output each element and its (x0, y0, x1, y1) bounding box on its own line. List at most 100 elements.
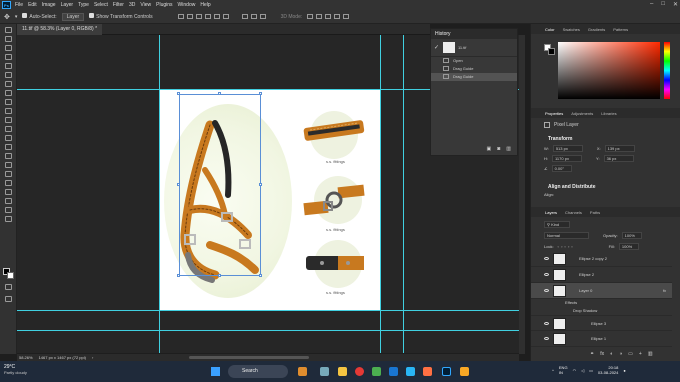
taskbar-app-icon[interactable] (372, 367, 381, 376)
transform-section-title[interactable]: Transform (534, 133, 572, 144)
history-brush-icon[interactable] (4, 117, 12, 123)
dodge-tool-icon[interactable] (4, 153, 12, 159)
canvas-vertical-scrollbar[interactable] (519, 35, 525, 354)
layer-row[interactable]: Ellipse 1 (531, 331, 672, 347)
effects-row[interactable]: Effects (531, 299, 672, 307)
taskbar-app-icon[interactable] (423, 367, 432, 376)
hand-tool-icon[interactable] (4, 198, 12, 204)
transform-bounding-box[interactable] (179, 94, 261, 276)
fx-badge[interactable]: fx (663, 283, 666, 299)
camera-icon[interactable]: ◙ (497, 146, 500, 152)
tab-paths[interactable]: Paths (590, 210, 600, 215)
marquee-tool-icon[interactable] (4, 36, 12, 42)
taskbar-app-icon[interactable] (406, 367, 415, 376)
tab-swatches[interactable]: Swatches (563, 27, 580, 32)
color-bg-swatch[interactable] (548, 48, 555, 55)
taskbar-app-icon[interactable] (298, 367, 307, 376)
folder-icon[interactable]: ▭ (628, 351, 633, 357)
tab-adjustments[interactable]: Adjustments (571, 111, 593, 116)
battery-icon[interactable]: ▭ (589, 368, 593, 373)
y-field[interactable]: 36 px (603, 155, 634, 162)
horizontal-scrollbar[interactable] (189, 356, 310, 359)
taskbar-search[interactable]: Search (228, 365, 288, 378)
taskbar-app-icon[interactable] (320, 367, 329, 376)
width-field[interactable]: 513 px (552, 145, 583, 152)
transform-handle[interactable] (177, 92, 180, 95)
taskbar-app-icon[interactable] (389, 367, 398, 376)
close-icon[interactable]: ✕ (673, 1, 678, 8)
chevron-right-icon[interactable]: › (92, 355, 93, 360)
background-color-swatch[interactable] (7, 272, 14, 279)
layer-row-selected[interactable]: Layer 0 fx (531, 283, 672, 299)
more-tools-icon[interactable] (4, 216, 12, 222)
eyedropper-tool-icon[interactable] (4, 81, 12, 87)
history-snapshot[interactable]: ✓ 11.tif (431, 39, 517, 57)
auto-select-dropdown[interactable]: Layer (61, 12, 85, 21)
menu-layer[interactable]: Layer (61, 2, 74, 8)
menu-3d[interactable]: 3D (129, 2, 135, 8)
notification-icon[interactable]: ● (623, 368, 625, 373)
gradient-tool-icon[interactable] (4, 135, 12, 141)
frame-tool-icon[interactable] (4, 72, 12, 78)
fx-icon[interactable]: fx (600, 351, 604, 357)
history-item[interactable]: Drag Guide (431, 73, 517, 81)
guide-vertical[interactable] (380, 35, 381, 353)
file-explorer-icon[interactable] (338, 367, 347, 376)
menu-select[interactable]: Select (94, 2, 108, 8)
wifi-icon[interactable]: ◠ (573, 368, 577, 373)
transform-handle[interactable] (259, 92, 262, 95)
healing-brush-icon[interactable] (4, 90, 12, 96)
history-item[interactable]: Drag Guide (431, 65, 517, 73)
layer-row[interactable]: Ellipse 2 copy 2 (531, 251, 672, 267)
trash-icon[interactable]: ▥ (648, 351, 653, 357)
eraser-tool-icon[interactable] (4, 126, 12, 132)
guide-vertical[interactable] (159, 35, 160, 353)
auto-select-checkbox[interactable]: Auto-Select: (22, 13, 57, 20)
padded-strap-detail-image[interactable] (304, 252, 366, 278)
weather-widget[interactable]: 29°C Partly cloudy (4, 364, 27, 375)
new-document-icon[interactable]: ▣ (487, 146, 492, 152)
move-tool-icon[interactable]: ✥ (4, 13, 10, 21)
quick-mask-icon[interactable] (5, 284, 12, 290)
path-select-icon[interactable] (4, 180, 12, 186)
menu-type[interactable]: Type (78, 2, 89, 8)
brush-tool-icon[interactable] (4, 99, 12, 105)
start-icon[interactable] (211, 367, 220, 376)
blend-mode-dropdown[interactable]: Normal (544, 232, 589, 239)
transform-handle[interactable] (177, 183, 180, 186)
menu-edit[interactable]: Edit (28, 2, 37, 8)
transform-handle[interactable] (259, 183, 262, 186)
kind-filter-dropdown[interactable]: ⚲ Kind (544, 221, 570, 228)
new-layer-icon[interactable]: + (639, 351, 642, 357)
history-tab[interactable]: History (431, 29, 517, 39)
menu-window[interactable]: Window (178, 2, 196, 8)
transform-handle[interactable] (259, 274, 262, 277)
type-tool-icon[interactable] (4, 171, 12, 177)
tab-layers[interactable]: Layers (545, 210, 557, 215)
taskbar-app-icon[interactable] (460, 367, 469, 376)
tab-properties[interactable]: Properties (545, 111, 563, 116)
chevron-up-icon[interactable]: ^ (552, 368, 554, 373)
layer-row[interactable]: Ellipse 2 (531, 267, 672, 283)
guide-vertical[interactable] (403, 35, 404, 353)
chevron-down-icon[interactable]: ▾ (15, 14, 18, 20)
blur-tool-icon[interactable] (4, 144, 12, 150)
menu-image[interactable]: Image (42, 2, 56, 8)
minimize-icon[interactable]: – (650, 1, 653, 8)
history-item[interactable]: Open (431, 57, 517, 65)
menu-help[interactable]: Help (200, 2, 210, 8)
guide-horizontal[interactable] (17, 310, 519, 311)
document-tab[interactable]: 11.tif @ 58.3% (Layer 0, RGB/8) * (17, 24, 103, 35)
lasso-tool-icon[interactable] (4, 45, 12, 51)
adjustment-icon[interactable]: ◑ (619, 351, 622, 357)
menu-plugins[interactable]: Plugins (156, 2, 172, 8)
language-indicator[interactable]: ENG IN (559, 365, 568, 375)
hue-slider[interactable] (664, 42, 670, 99)
strap-detail-image[interactable] (302, 118, 366, 146)
volume-icon[interactable]: ◁ (581, 368, 584, 373)
zoom-tool-icon[interactable] (4, 207, 12, 213)
clone-stamp-icon[interactable] (4, 108, 12, 114)
tab-gradients[interactable]: Gradients (588, 27, 605, 32)
tab-patterns[interactable]: Patterns (613, 27, 628, 32)
x-field[interactable]: 139 px (604, 145, 635, 152)
